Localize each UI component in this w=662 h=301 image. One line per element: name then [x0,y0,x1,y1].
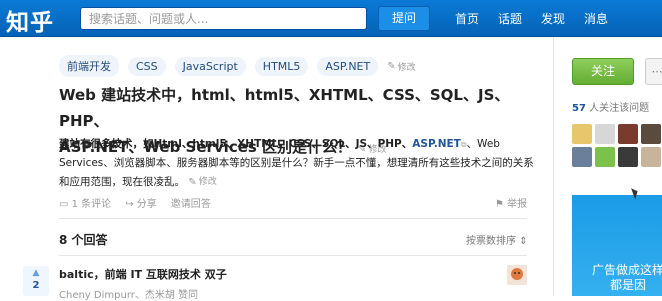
tag-javascript[interactable]: JavaScript [174,56,246,76]
comment-icon: ▭ [59,199,69,210]
pencil-icon: ✎ [387,60,396,72]
upvote-icon[interactable]: ▲ [23,266,49,280]
zhihu-logo[interactable]: 知乎 [6,3,54,37]
nav-home[interactable]: 首页 [455,10,479,27]
avatar[interactable] [572,147,592,167]
share-icon: ↪ [125,199,134,210]
avatar[interactable] [641,124,661,144]
avatar[interactable] [641,147,661,167]
vote-count: 2 [32,280,40,291]
nav-discover[interactable]: 发现 [541,10,565,27]
avatar[interactable] [618,124,638,144]
invite-link[interactable]: 邀请回答 [171,195,211,210]
sort-label: 按票数排序 [466,236,516,247]
search-box[interactable] [80,7,367,30]
answers-count: 8 个回答 [59,233,108,247]
ad-text-line2: 都是因 [610,278,647,292]
topic-tags: 前端开发 CSS JavaScript HTML5 ASP.NET ✎ 修改 [59,55,416,77]
detail-link-aspnet[interactable]: ASP.NET [412,138,461,150]
comments-label: 1 条评论 [71,199,112,210]
answer-author[interactable]: baltic，前端 IT 互联网技术 双子 [59,266,227,282]
followers-text: 人关注该问题 [585,103,650,114]
detail-bold-text: 建站有很多技术，如Html、html5、XHTML、CSS、SQL、JS、PHP… [59,138,413,150]
more-button[interactable]: ⋯ [645,58,662,85]
question-title-line1: Web 建站技术中，html、html5、XHTML、CSS、SQL、JS、PH… [59,86,510,130]
followers-info[interactable]: 57 人关注该问题 [572,99,649,114]
edit-detail-link[interactable]: ✎ 修改 [188,173,216,192]
tag-html5[interactable]: HTML5 [254,56,309,76]
comments-link[interactable]: ▭ 1 条评论 [59,195,111,210]
pencil-icon: ✎ [188,177,197,188]
invite-label: 邀请回答 [170,199,211,210]
avatar-image [507,265,527,285]
ask-question-button[interactable]: 提问 [378,6,430,31]
ad-text-line1: 广告做成这样 [592,263,662,277]
followers-count: 57 [572,103,586,114]
answer-voters: Cheny Dimpurr、杰米胡 赞同 [59,290,199,301]
avatar[interactable] [595,147,615,167]
follow-button[interactable]: 关注 [572,58,634,85]
sort-arrows-icon: ⇕ [519,236,528,247]
tag-aspnet[interactable]: ASP.NET [317,56,379,76]
share-link[interactable]: ↪ 分享 [125,195,157,210]
question-actions: ▭ 1 条评论 ↪ 分享 邀请回答 [59,195,211,210]
top-navbar: 知乎 提问 首页 话题 发现 消息 [0,0,662,37]
tag-css[interactable]: CSS [128,56,166,76]
edit-label: 修改 [397,62,416,73]
sidebar-ad[interactable]: 广告做成这样 都是因 [572,195,662,296]
flag-icon: ⚑ [495,199,504,210]
sidebar-divider [553,37,554,296]
question-detail: 建站有很多技术，如Html、html5、XHTML、CSS、SQL、JS、PHP… [59,135,534,192]
nav-messages[interactable]: 消息 [584,10,608,27]
report-link[interactable]: ⚑ 举报 [495,195,527,210]
edit-label: 修改 [198,177,217,187]
nav-topics[interactable]: 话题 [498,10,522,27]
report-label: 举报 [507,199,528,210]
divider [59,218,527,219]
avatar[interactable] [618,147,638,167]
edit-tags-link[interactable]: ✎ 修改 [387,60,415,73]
divider [59,255,527,256]
sort-dropdown[interactable]: 按票数排序 ⇕ [466,232,528,247]
follower-avatars [572,124,662,167]
tag-frontend[interactable]: 前端开发 [59,55,119,77]
avatar[interactable] [507,265,527,285]
share-label: 分享 [136,199,157,210]
search-input[interactable] [81,8,366,30]
ad-text: 广告做成这样 都是因 [592,263,662,293]
avatar[interactable] [595,124,615,144]
vote-widget[interactable]: ▲ 2 [23,266,49,296]
avatar[interactable] [572,124,592,144]
